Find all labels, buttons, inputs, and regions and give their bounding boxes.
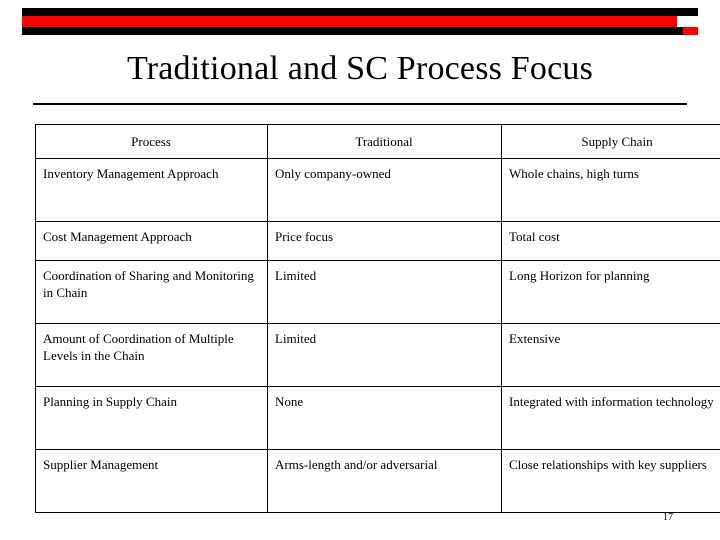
column-header-supply-chain: Supply Chain [501, 123, 720, 160]
cell-supply-chain: Whole chains, high turns [501, 158, 720, 223]
cell-process: Inventory Management Approach [35, 158, 268, 223]
cell-process: Amount of Coordination of Multiple Level… [35, 323, 268, 388]
cell-traditional: Arms-length and/or adversarial [267, 449, 502, 514]
cell-traditional: Limited [267, 323, 502, 388]
table-header: Process Traditional Supply Chain [35, 123, 720, 160]
column-header-process: Process [35, 123, 268, 160]
header-bar-black-top [22, 8, 698, 16]
page-number: 17 [663, 512, 673, 523]
cell-traditional: Only company-owned [267, 158, 502, 223]
table-row: Planning in Supply Chain None Integrated… [35, 386, 720, 451]
cell-process: Coordination of Sharing and Monitoring i… [35, 260, 268, 325]
cell-traditional: Limited [267, 260, 502, 325]
page-title: Traditional and SC Process Focus [126, 50, 594, 87]
table-row: Coordination of Sharing and Monitoring i… [35, 260, 720, 325]
table-row: Supplier Management Arms-length and/or a… [35, 449, 720, 514]
comparison-table-container: Process Traditional Supply Chain Invento… [35, 123, 720, 514]
cell-supply-chain: Long Horizon for planning [501, 260, 720, 325]
comparison-table: Process Traditional Supply Chain Invento… [35, 123, 720, 514]
decorative-header-bars [0, 0, 720, 40]
cell-process: Planning in Supply Chain [35, 386, 268, 451]
cell-supply-chain: Extensive [501, 323, 720, 388]
cell-supply-chain: Close relationships with key suppliers [501, 449, 720, 514]
column-header-traditional: Traditional [267, 123, 502, 160]
cell-supply-chain: Integrated with information technology [501, 386, 720, 451]
table-row: Amount of Coordination of Multiple Level… [35, 323, 720, 388]
cell-supply-chain: Total cost [501, 221, 720, 262]
cell-process: Supplier Management [35, 449, 268, 514]
table-body: Inventory Management Approach Only compa… [35, 158, 720, 514]
table-header-row: Process Traditional Supply Chain [35, 123, 720, 160]
cell-traditional: None [267, 386, 502, 451]
header-bar-black-bottom [22, 27, 698, 35]
header-bar-red [22, 16, 677, 27]
cell-process: Cost Management Approach [35, 221, 268, 262]
header-bar-notch [677, 16, 683, 27]
title-divider [33, 103, 687, 105]
table-row: Inventory Management Approach Only compa… [35, 158, 720, 223]
cell-traditional: Price focus [267, 221, 502, 262]
header-bar-red-tab [683, 27, 698, 35]
table-row: Cost Management Approach Price focus Tot… [35, 221, 720, 262]
